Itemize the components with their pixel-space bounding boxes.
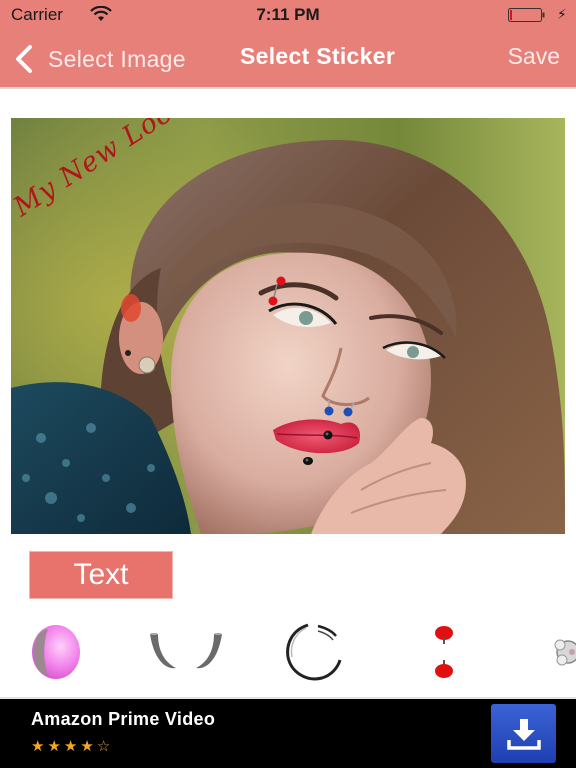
- back-button[interactable]: Select Image: [12, 42, 186, 76]
- download-icon: [506, 718, 541, 750]
- star-icon: ★: [63, 738, 78, 755]
- photo-canvas[interactable]: My New Look: [11, 118, 565, 534]
- crystal-stud-icon: [554, 639, 576, 666]
- battery-low-icon: [508, 8, 545, 22]
- chin-stud-sticker[interactable]: [303, 457, 313, 465]
- nav-divider: [0, 87, 576, 89]
- silver-hoop-icon: [286, 623, 342, 681]
- lip-stud-sticker[interactable]: [323, 430, 333, 440]
- star-icon: ★: [80, 738, 94, 755]
- nose-ring-sticker-left[interactable]: [324, 400, 334, 416]
- ad-banner[interactable]: Amazon Prime Video ★ ★ ★ ★ ☆: [0, 699, 576, 768]
- sticker-picker[interactable]: [0, 612, 576, 694]
- star-icon: ★: [47, 738, 61, 755]
- status-bar: Carrier 7:11 PM ⚡: [0, 0, 576, 30]
- ad-title: Amazon Prime Video: [31, 709, 216, 729]
- horn-hoops-icon: [150, 633, 222, 669]
- star-empty-icon: ☆: [96, 738, 111, 755]
- back-button-label: Select Image: [48, 45, 186, 72]
- charging-bolt-icon: ⚡: [557, 6, 567, 22]
- pink-plug-sticker[interactable]: [10, 612, 100, 694]
- chevron-left-icon: [16, 45, 32, 73]
- save-button[interactable]: Save: [508, 43, 560, 70]
- top-bar: Carrier 7:11 PM ⚡ Select Image Select St…: [0, 0, 576, 88]
- star-icon: ★: [31, 738, 45, 755]
- red-barbell-icon: [435, 626, 453, 678]
- horn-hoops-sticker[interactable]: [140, 612, 230, 694]
- clock: 7:11 PM: [256, 5, 320, 24]
- page-title: Select Sticker: [240, 43, 396, 69]
- silver-hoop-sticker[interactable]: [270, 612, 360, 694]
- nose-ring-sticker-right[interactable]: [343, 401, 355, 417]
- eyebrow-piercing-sticker[interactable]: [268, 276, 286, 306]
- crystal-stud-sticker[interactable]: [548, 612, 576, 694]
- ad-download-button[interactable]: [491, 704, 556, 763]
- red-barbell-sticker[interactable]: [398, 612, 488, 694]
- ad-rating: ★ ★ ★ ★ ☆: [31, 738, 110, 755]
- pink-plug-icon: [32, 625, 80, 679]
- navigation-bar: Select Image Select Sticker Save: [0, 30, 576, 87]
- add-text-button[interactable]: Text: [29, 551, 173, 599]
- applied-stickers: [268, 276, 355, 465]
